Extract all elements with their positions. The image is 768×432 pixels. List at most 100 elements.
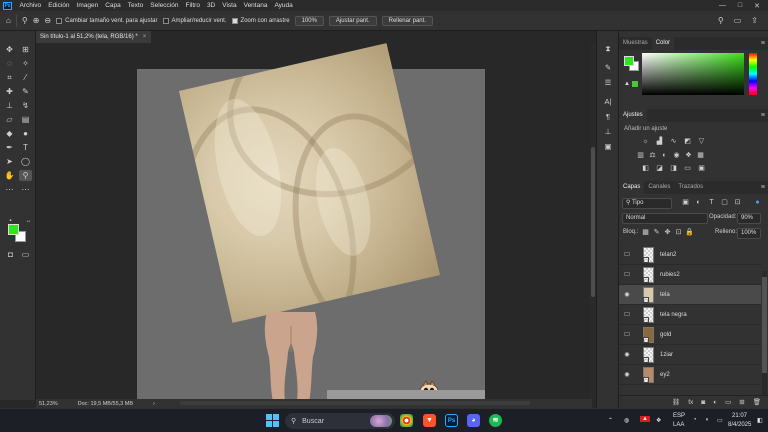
invert-icon[interactable]: ◧ <box>641 165 650 173</box>
tab-paths[interactable]: Trazados <box>674 181 707 194</box>
eye-icon[interactable]: ◉ <box>619 291 635 298</box>
eye-icon[interactable]: ◉ <box>619 351 635 358</box>
visibility-toggle[interactable] <box>619 331 635 338</box>
selective-color-icon[interactable]: ▣ <box>697 165 706 173</box>
tray-wifi-app-icon[interactable]: ◍ <box>624 417 629 424</box>
menu-edicion[interactable]: Edición <box>45 2 73 9</box>
filter-type-icon[interactable]: T <box>707 199 716 207</box>
panel-menu-icon[interactable]: ≡ <box>761 40 768 47</box>
layer-row[interactable]: ▢ telan2 <box>619 245 761 265</box>
exposure-icon[interactable]: ◩ <box>683 138 692 146</box>
layer-filter-select[interactable]: ⚲ Tipo <box>622 198 672 209</box>
resize-windows-checkbox[interactable]: Cambiar tamaño vent. para ajustar <box>56 17 158 24</box>
blur-tool-icon[interactable]: ◆ <box>3 128 16 139</box>
layer-row[interactable]: ◉ ▢ 1ziar <box>619 345 761 365</box>
clone-source-icon[interactable]: ⊥ <box>602 127 614 136</box>
color-foreground-swatch[interactable] <box>624 56 634 66</box>
menu-ayuda[interactable]: Ayuda <box>271 2 296 9</box>
notifications-icon[interactable]: ◧ <box>757 417 763 424</box>
hidden-box-icon[interactable] <box>624 251 630 256</box>
visibility-toggle[interactable] <box>619 271 635 278</box>
tray-app2-icon[interactable]: ❖ <box>656 417 661 424</box>
brush-tool-icon[interactable]: ✎ <box>19 86 32 97</box>
menu-filtro[interactable]: Filtro <box>182 2 203 9</box>
home-icon[interactable]: ⌂ <box>6 16 11 25</box>
color-picker-field[interactable] <box>642 53 744 95</box>
curves-icon[interactable]: ∿ <box>669 138 678 146</box>
volume-icon[interactable]: ◖ <box>705 417 709 423</box>
brave-icon[interactable]: ▼ <box>423 414 436 427</box>
zoom-tool-icon[interactable]: ⚲ <box>19 170 32 181</box>
menu-imagen[interactable]: Imagen <box>73 2 102 9</box>
menu-texto[interactable]: Texto <box>124 2 147 9</box>
canvas-area[interactable] <box>36 43 592 399</box>
battery-icon[interactable]: ▭ <box>717 417 723 424</box>
layer-row[interactable]: ▢ rubies2 <box>619 265 761 285</box>
opacity-input[interactable]: 90% <box>737 213 761 224</box>
brush-settings-icon[interactable]: ✎ <box>602 63 614 72</box>
layer-row-selected[interactable]: ◉ ▢ tela <box>619 285 761 305</box>
scrollbar-thumb[interactable] <box>762 277 767 373</box>
new-group-icon[interactable]: ▭ <box>725 398 731 406</box>
layer-name[interactable]: tela negra <box>660 312 687 318</box>
zoom-tool-preset-icon[interactable]: ⚲ <box>22 16 28 25</box>
menu-seleccion[interactable]: Selección <box>147 2 182 9</box>
hue-slider[interactable] <box>749 53 757 95</box>
link-layers-icon[interactable]: ⛓ <box>672 398 680 406</box>
menu-capa[interactable]: Capa <box>102 2 125 9</box>
filter-pixel-icon[interactable]: ▣ <box>681 199 690 207</box>
close-window-button[interactable]: ✕ <box>754 2 760 10</box>
new-layer-icon[interactable]: ⊞ <box>739 398 744 406</box>
ellipse-tool-icon[interactable]: ◯ <box>19 156 32 167</box>
paragraph-panel-icon[interactable]: ¶ <box>602 112 614 121</box>
color-lookup-icon[interactable]: ▦ <box>696 152 705 160</box>
layer-row[interactable]: ▢ gold <box>619 325 761 345</box>
layer-name[interactable]: telan2 <box>660 252 676 258</box>
move-tool-icon[interactable]: ✥ <box>3 44 16 55</box>
keyboard-language[interactable]: ESP <box>673 413 685 419</box>
foreground-color-swatch[interactable] <box>8 224 19 235</box>
layer-name[interactable]: gold <box>660 332 671 338</box>
levels-icon[interactable]: ▟ <box>655 138 664 146</box>
black-white-icon[interactable]: ◐ <box>660 152 669 160</box>
hidden-box-icon[interactable] <box>624 311 630 316</box>
channel-mixer-icon[interactable]: ❖ <box>684 152 693 160</box>
history-panel-icon[interactable]: ⧗ <box>602 44 614 53</box>
clone-stamp-icon[interactable]: ⊥ <box>3 100 16 111</box>
layer-name[interactable]: rubies2 <box>660 272 680 278</box>
lasso-tool-icon[interactable]: ◌ <box>3 58 16 69</box>
fill-screen-button[interactable]: Rellenar pant. <box>381 15 433 26</box>
lock-position-icon[interactable]: ✥ <box>663 229 672 237</box>
zoom-out-icon[interactable]: ⊖ <box>44 16 51 25</box>
workspace-icon[interactable]: ▭ <box>734 16 742 25</box>
scrollbar-thumb[interactable] <box>591 147 595 297</box>
gradient-map-icon[interactable]: ▭ <box>683 165 692 173</box>
visibility-toggle[interactable] <box>619 251 635 258</box>
lock-transparent-icon[interactable]: ▦ <box>641 229 650 237</box>
color-balance-icon[interactable]: ⚖ <box>648 152 657 160</box>
minimize-button[interactable]: — <box>719 2 726 10</box>
search-icon[interactable]: ⚲ <box>718 16 724 25</box>
screen-mode-icon[interactable]: ▭ <box>19 249 32 260</box>
eraser-tool-icon[interactable]: ▱ <box>3 114 16 125</box>
quick-mask-icon[interactable]: ◘ <box>4 249 17 260</box>
delete-layer-icon[interactable]: 🗑 <box>753 398 761 406</box>
dodge-tool-icon[interactable]: ● <box>19 128 32 139</box>
layer-name[interactable]: ey2 <box>660 372 670 378</box>
visibility-toggle[interactable] <box>619 311 635 318</box>
zoom-all-windows-checkbox[interactable]: Ampliar/reducir vent. <box>162 17 227 24</box>
artboard-tool-icon[interactable]: ⊞ <box>19 44 32 55</box>
layer-row[interactable]: ▢ tela negra <box>619 305 761 325</box>
filter-shape-icon[interactable]: ▢ <box>720 199 729 207</box>
posterize-icon[interactable]: ◪ <box>655 165 664 173</box>
properties-icon[interactable]: ☰ <box>602 78 614 87</box>
crop-tool-icon[interactable]: ⌗ <box>3 72 16 83</box>
checkbox-box[interactable] <box>231 17 238 24</box>
maximize-button[interactable]: □ <box>738 2 742 10</box>
checkbox-box[interactable] <box>162 17 169 24</box>
lock-all-icon[interactable]: 🔒 <box>685 229 694 237</box>
document-tab[interactable]: Sin título-1 al 51,2% (tela, RGB/16) * × <box>36 31 151 43</box>
gradient-tool-icon[interactable]: ▤ <box>19 114 32 125</box>
layer-row[interactable]: ◉ ▢ ey2 <box>619 365 761 385</box>
checkbox-box[interactable] <box>56 17 63 24</box>
